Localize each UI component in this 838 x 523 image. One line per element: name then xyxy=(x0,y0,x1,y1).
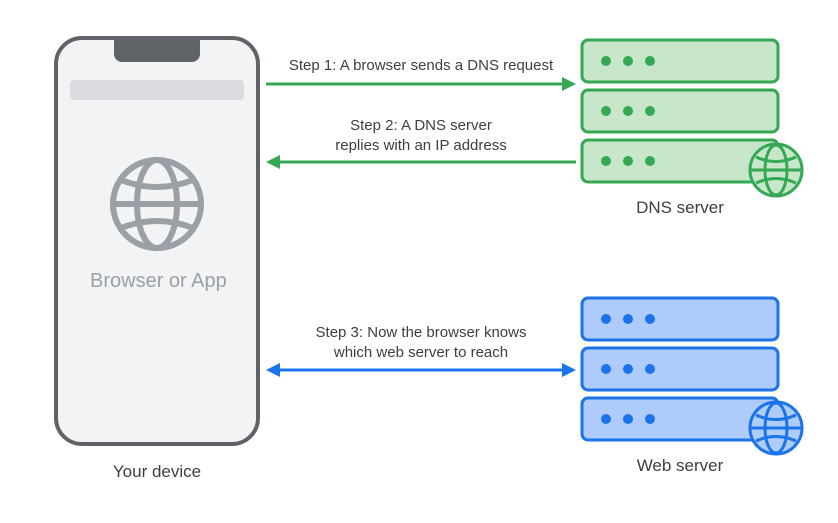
device-caption: Your device xyxy=(54,462,260,482)
arrow-step1 xyxy=(266,74,576,94)
dns-globe-icon xyxy=(748,142,804,198)
web-globe-icon xyxy=(748,400,804,456)
step3-line2: which web server to reach xyxy=(334,344,508,361)
step2-line2: replies with an IP address xyxy=(335,137,506,154)
step2-label: Step 2: A DNS server replies with an IP … xyxy=(266,116,576,155)
arrow-step2 xyxy=(266,152,576,172)
step3-line1: Step 3: Now the browser knows xyxy=(316,324,527,341)
step1-label: Step 1: A browser sends a DNS request xyxy=(266,56,576,76)
device-app-label: Browser or App xyxy=(90,270,227,293)
step3-label: Step 3: Now the browser knows which web … xyxy=(266,323,576,362)
dns-diagram: Browser or App Your device DNS server xyxy=(0,0,838,523)
web-server-caption: Web server xyxy=(580,456,780,476)
step2-line1: Step 2: A DNS server xyxy=(350,117,492,134)
globe-icon xyxy=(107,154,207,254)
dns-server-caption: DNS server xyxy=(580,198,780,218)
arrow-step3 xyxy=(266,360,576,380)
